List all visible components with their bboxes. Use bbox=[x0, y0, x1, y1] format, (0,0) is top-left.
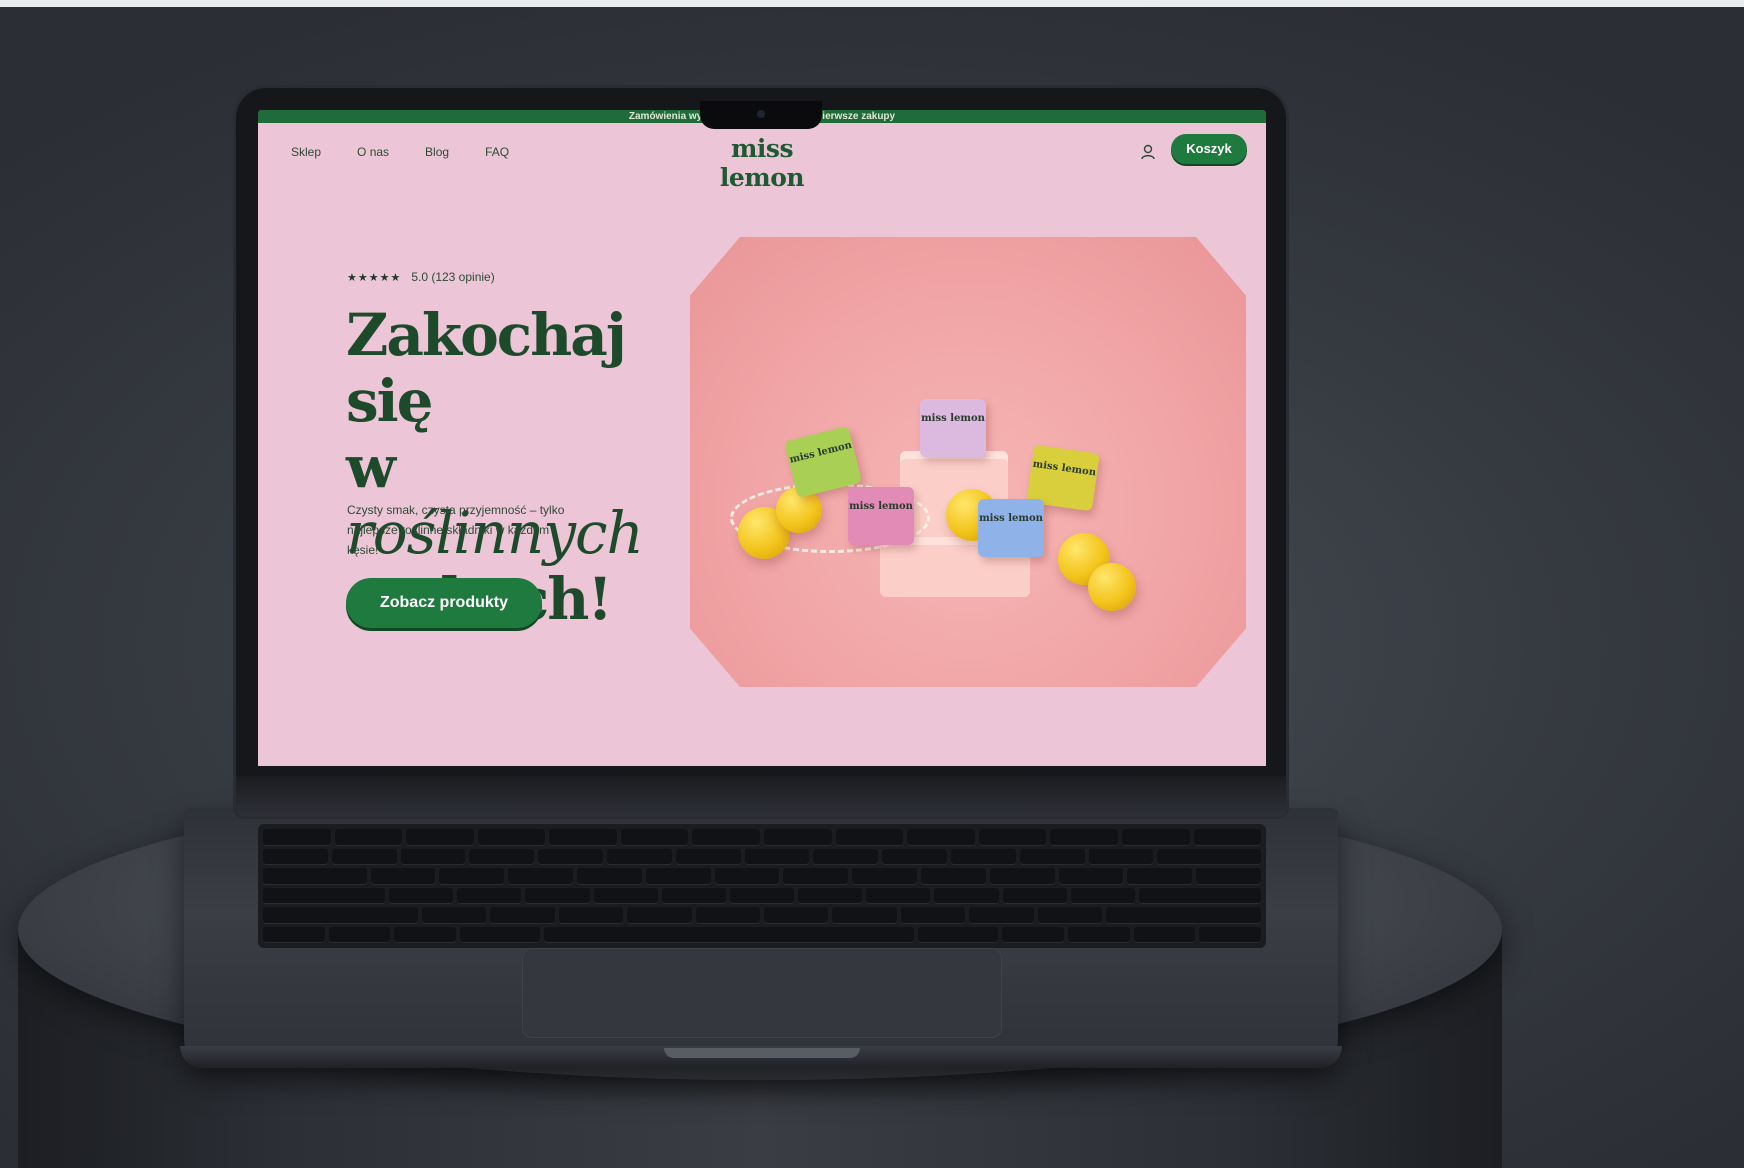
hero-subtext: Czysty smak, czysta przyjemność – tylko … bbox=[347, 503, 565, 557]
cart-button[interactable]: Koszyk bbox=[1171, 134, 1247, 164]
top-strip bbox=[0, 0, 1744, 7]
headline-line-1: Zakochaj się bbox=[346, 301, 627, 435]
laptop-keyboard bbox=[258, 824, 1266, 948]
product-box: miss lemon bbox=[978, 499, 1044, 557]
camera-icon bbox=[757, 110, 765, 118]
product-box: miss lemon bbox=[920, 399, 986, 457]
brand-logo[interactable]: miss lemon bbox=[688, 134, 836, 192]
user-icon[interactable] bbox=[1139, 143, 1157, 161]
laptop-screen: Zamówienia wysyłamy w 24h · -10% na pier… bbox=[258, 110, 1266, 766]
laptop-opening-notch bbox=[664, 1048, 860, 1058]
rating-stars: ★★★★★ bbox=[347, 271, 402, 284]
main-nav: Sklep O nas Blog FAQ bbox=[291, 145, 509, 159]
product-box: miss lemon bbox=[848, 487, 914, 545]
headline-w: w bbox=[346, 433, 396, 501]
trackpad bbox=[522, 948, 1002, 1038]
rating-text: 5.0 (123 opinie) bbox=[411, 270, 495, 284]
see-products-button[interactable]: Zobacz produkty bbox=[346, 578, 542, 628]
lemon bbox=[1088, 563, 1136, 611]
laptop-lid-bezel bbox=[236, 776, 1286, 816]
hero-product-image: miss lemon miss lemon miss lemon miss le… bbox=[690, 237, 1246, 687]
nav-link-shop[interactable]: Sklep bbox=[291, 145, 321, 159]
nav-link-blog[interactable]: Blog bbox=[425, 145, 449, 159]
nav-link-about[interactable]: O nas bbox=[357, 145, 389, 159]
rating-summary: ★★★★★ 5.0 (123 opinie) bbox=[347, 270, 495, 284]
nav-link-faq[interactable]: FAQ bbox=[485, 145, 509, 159]
site-header: Sklep O nas Blog FAQ miss lemon Koszyk bbox=[258, 123, 1266, 192]
